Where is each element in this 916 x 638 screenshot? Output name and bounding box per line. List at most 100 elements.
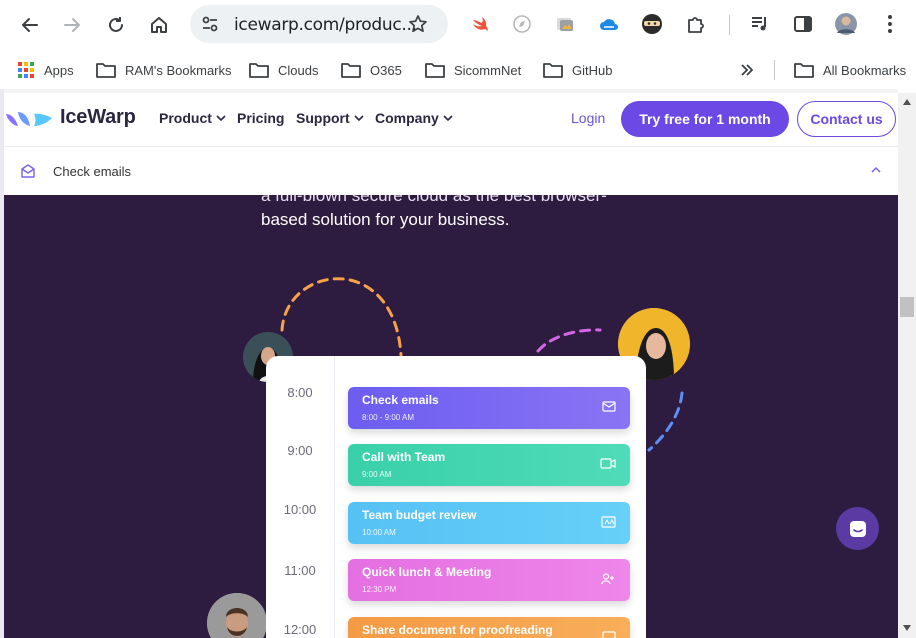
event-title: Check emails (362, 393, 439, 407)
extensions-button[interactable] (684, 12, 708, 36)
chevron-down-icon (216, 114, 226, 121)
back-arrow-icon (22, 18, 38, 32)
puzzle-icon (688, 17, 704, 33)
nav-company[interactable]: Company (375, 110, 453, 126)
bookmarks-divider (774, 60, 775, 80)
event-time: 8:00 - 9:00 AM (362, 413, 415, 422)
bookmark-folder-o365[interactable]: O365 (341, 58, 402, 82)
media-control-button[interactable] (748, 12, 772, 36)
event-quick-lunch[interactable]: Quick lunch & Meeting 12:30 PM (348, 559, 630, 601)
bookmark-label: SicommNet (454, 62, 522, 78)
bookmark-folder-rams[interactable]: RAM's Bookmarks (96, 58, 232, 82)
profile-avatar-icon (835, 13, 857, 35)
nav-label: Support (296, 110, 350, 126)
bookmark-label: Apps (44, 62, 74, 78)
event-title: Team budget review (362, 508, 477, 522)
event-check-emails[interactable]: Check emails 8:00 - 9:00 AM (348, 387, 630, 429)
apps-grid-icon (18, 62, 34, 78)
folder-icon (425, 63, 445, 78)
scrollbar-thumb[interactable] (900, 297, 914, 317)
folder-icon (794, 63, 814, 78)
ninja-extension[interactable] (640, 12, 664, 36)
event-share-document[interactable]: Share document for proofreading (348, 617, 630, 638)
folder-icon (341, 63, 361, 78)
event-title: Share document for proofreading (362, 623, 553, 637)
brand-name: IceWarp (60, 106, 136, 128)
compass-extension[interactable] (510, 12, 534, 36)
folder-icon (96, 63, 116, 78)
bookmark-folder-github[interactable]: GitHub (543, 58, 612, 82)
login-link[interactable]: Login (571, 110, 605, 126)
video-icon (600, 458, 616, 469)
hero-section: a full-blown secure cloud as the best br… (4, 195, 898, 638)
chevron-down-icon (354, 114, 364, 121)
calendar-card: 8:00 9:00 10:00 11:00 12:00 Check emails… (266, 356, 646, 638)
site-info-icon[interactable] (201, 15, 219, 33)
address-bar[interactable]: icewarp.com/produc... (190, 5, 448, 43)
ninja-icon (642, 14, 662, 34)
chat-support-button[interactable] (836, 507, 879, 550)
icewarp-logo-icon (6, 111, 52, 126)
page-scrollbar[interactable] (898, 93, 916, 638)
forward-button[interactable] (59, 12, 85, 38)
swift-icon (473, 17, 488, 31)
bookmark-label: GitHub (572, 62, 613, 78)
bookmark-label: RAM's Bookmarks (125, 62, 232, 78)
event-team-budget-review[interactable]: Team budget review 10:00 AM (348, 502, 630, 544)
swift-extension[interactable] (468, 12, 492, 36)
more-bookmarks-button[interactable] (740, 58, 763, 82)
event-time: 12:30 PM (362, 585, 397, 594)
reload-button[interactable] (103, 12, 129, 38)
mail-open-icon (21, 164, 35, 178)
event-call-with-team[interactable]: Call with Team 9:00 AM (348, 444, 630, 486)
folder-icon (543, 63, 563, 78)
folder-icon (249, 63, 269, 78)
site-header: IceWarp Product Pricing Support Company … (4, 93, 898, 143)
bookmark-folder-clouds[interactable]: Clouds (249, 58, 318, 82)
nav-pricing[interactable]: Pricing (237, 110, 284, 126)
hour-label: 8:00 (287, 385, 313, 400)
double-chevron-right-icon (741, 64, 754, 76)
nav-support[interactable]: Support (296, 110, 364, 126)
browser-toolbar: icewarp.com/produc... (0, 0, 916, 50)
message-icon (601, 516, 616, 528)
bookmark-folder-sicommnet[interactable]: SicommNet (425, 58, 521, 82)
gallery-extension[interactable] (553, 12, 577, 36)
hour-label: 12:00 (283, 622, 317, 637)
nav-label: Product (159, 110, 212, 126)
scroll-down-arrow-icon[interactable] (902, 624, 912, 632)
chevron-up-icon[interactable] (871, 166, 881, 173)
event-time: 10:00 AM (362, 528, 396, 537)
profile-button[interactable] (834, 12, 858, 36)
event-time: 9:00 AM (362, 470, 392, 479)
url-text[interactable]: icewarp.com/produc... (234, 15, 417, 35)
bookmarks-bar: Apps RAM's Bookmarks Clouds O365 SicommN… (0, 50, 916, 89)
hour-label: 10:00 (283, 502, 317, 517)
bookmark-label: All Bookmarks (823, 62, 907, 78)
try-free-button[interactable]: Try free for 1 month (621, 101, 789, 137)
back-button[interactable] (17, 12, 43, 38)
mail-icon (602, 401, 616, 412)
browser-menu-button[interactable] (878, 12, 902, 36)
contact-us-button[interactable]: Contact us (797, 101, 896, 137)
scroll-up-arrow-icon[interactable] (902, 98, 912, 106)
home-button[interactable] (146, 12, 172, 38)
bookmark-apps[interactable]: Apps (17, 58, 74, 82)
all-bookmarks-button[interactable]: All Bookmarks (794, 58, 906, 82)
reload-icon (109, 17, 123, 32)
product-subheader: Check emails (4, 146, 898, 195)
event-title: Quick lunch & Meeting (362, 565, 492, 579)
side-panel-button[interactable] (791, 12, 815, 36)
gallery-icon (557, 18, 573, 31)
forward-arrow-icon (64, 18, 80, 32)
hour-label: 9:00 (287, 443, 313, 458)
cloud-extension[interactable] (597, 12, 621, 36)
side-panel-icon (794, 16, 812, 32)
brand-logo[interactable]: IceWarp (4, 106, 136, 129)
compass-icon (513, 15, 531, 33)
people-icon (601, 573, 614, 585)
bookmark-star-icon[interactable] (408, 14, 428, 34)
bookmark-label: O365 (370, 62, 402, 78)
nav-product[interactable]: Product (159, 110, 226, 126)
music-queue-icon (752, 17, 766, 31)
